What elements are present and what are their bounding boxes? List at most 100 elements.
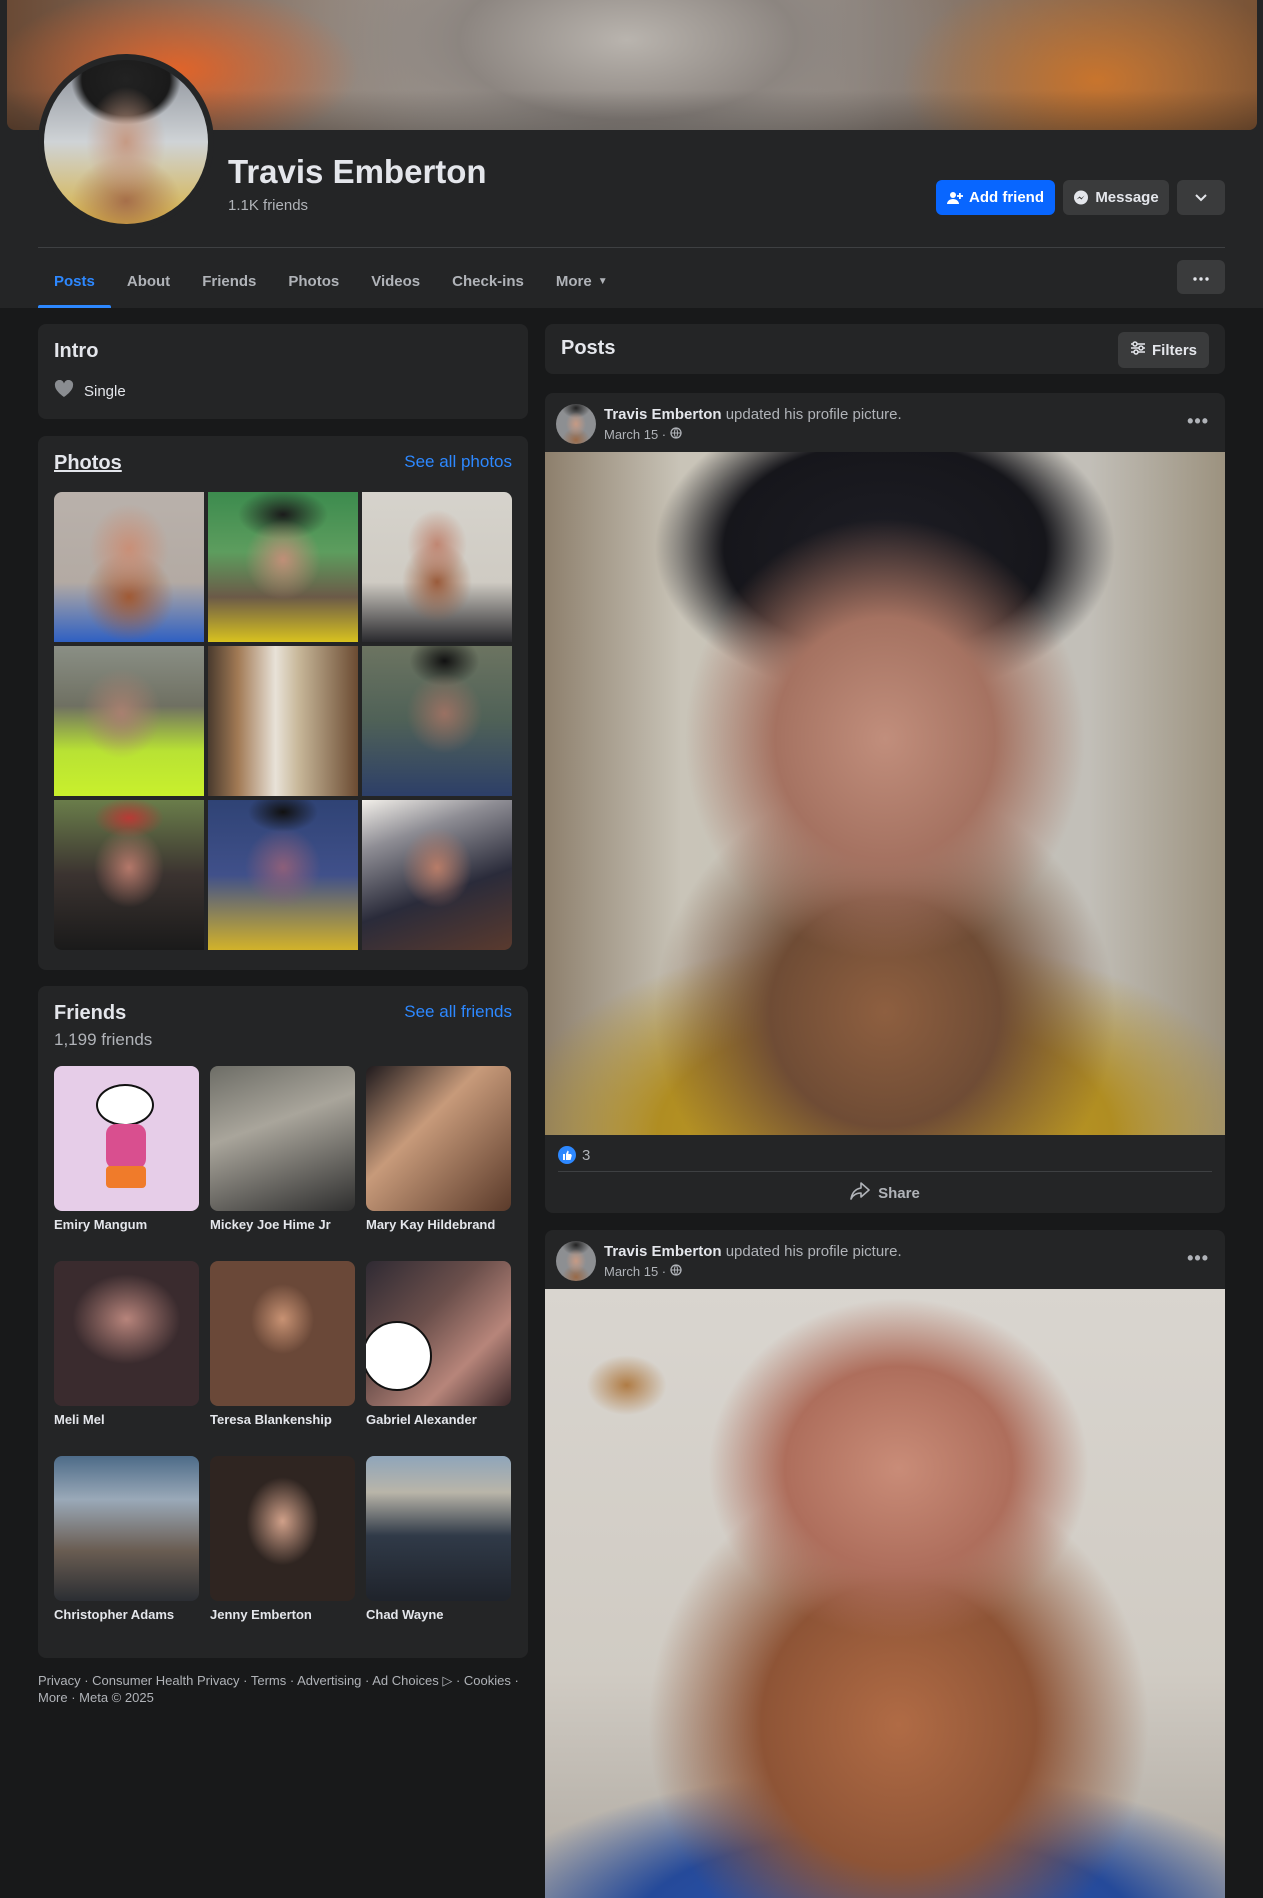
photo-thumbnail[interactable] <box>362 492 512 642</box>
friend-grid: Emiry Mangum Mickey Joe Hime Jr Mary Kay… <box>54 1066 512 1651</box>
friend-photo[interactable] <box>366 1456 511 1601</box>
profile-options-button[interactable] <box>1177 180 1225 215</box>
friend-name[interactable]: Gabriel Alexander <box>366 1412 511 1427</box>
photo-thumbnail[interactable] <box>54 492 204 642</box>
post-card: Travis Emberton updated his profile pict… <box>545 393 1225 1213</box>
post-author-avatar[interactable] <box>556 404 596 444</box>
friend-name[interactable]: Meli Mel <box>54 1412 199 1427</box>
tab-videos[interactable]: Videos <box>355 255 436 308</box>
post-reactions[interactable]: 3 <box>558 1146 590 1164</box>
tab-friends[interactable]: Friends <box>186 255 272 308</box>
redaction-oval <box>366 1321 432 1391</box>
friends-count: 1,199 friends <box>54 1030 153 1049</box>
heart-icon <box>54 379 74 402</box>
cartoon-body <box>106 1124 146 1169</box>
photo-grid <box>54 492 512 950</box>
tabs-overflow-button[interactable] <box>1177 260 1225 294</box>
see-all-photos-link[interactable]: See all photos <box>404 452 512 472</box>
photo-thumbnail[interactable] <box>208 646 358 796</box>
like-icon <box>558 1146 576 1164</box>
friend-photo[interactable] <box>54 1066 199 1211</box>
friend-photo[interactable] <box>210 1066 355 1211</box>
post-author-name[interactable]: Travis Emberton <box>604 406 722 423</box>
messenger-icon <box>1073 190 1089 206</box>
friend-tile[interactable]: Emiry Mangum <box>54 1066 199 1261</box>
add-person-icon <box>947 190 963 206</box>
post-timestamp: March 15 · <box>604 1264 902 1279</box>
photo-thumbnail[interactable] <box>54 646 204 796</box>
tab-more[interactable]: More ▼ <box>540 255 624 308</box>
friend-name[interactable]: Chad Wayne <box>366 1607 511 1622</box>
footer-copyright[interactable]: More · Meta © 2025 <box>38 1689 528 1706</box>
friend-tile[interactable]: Mary Kay Hildebrand <box>366 1066 511 1261</box>
tab-about[interactable]: About <box>111 255 186 308</box>
sliders-icon <box>1130 341 1146 359</box>
tab-photos[interactable]: Photos <box>272 255 355 308</box>
redaction-oval <box>96 1084 154 1126</box>
more-dots-icon <box>1193 268 1209 286</box>
message-label: Message <box>1095 189 1159 206</box>
filters-button[interactable]: Filters <box>1117 332 1209 368</box>
photo-thumbnail[interactable] <box>362 646 512 796</box>
add-friend-button[interactable]: Add friend <box>936 180 1055 215</box>
profile-tabs: Posts About Friends Photos Videos Check-… <box>38 255 624 308</box>
photo-thumbnail[interactable] <box>362 800 512 950</box>
photos-title[interactable]: Photos <box>54 452 122 475</box>
message-button[interactable]: Message <box>1063 180 1169 215</box>
tab-check-ins[interactable]: Check-ins <box>436 255 540 308</box>
post-author-name[interactable]: Travis Emberton <box>604 1243 722 1260</box>
post-meta: Travis Emberton updated his profile pict… <box>604 1241 902 1281</box>
friend-photo[interactable] <box>210 1456 355 1601</box>
post-options-icon[interactable]: ••• <box>1187 411 1209 432</box>
filters-label: Filters <box>1151 341 1197 359</box>
photo-thumbnail[interactable] <box>54 800 204 950</box>
globe-icon <box>670 427 682 442</box>
friend-tile[interactable]: Mickey Joe Hime Jr <box>210 1066 355 1261</box>
share-button[interactable]: Share <box>545 1178 1225 1208</box>
friend-name[interactable]: Christopher Adams <box>54 1607 199 1622</box>
profile-name: Travis Emberton <box>228 153 487 190</box>
site-footer: Privacy · Consumer Health Privacy · Term… <box>38 1672 528 1706</box>
friend-tile[interactable]: Chad Wayne <box>366 1456 511 1651</box>
post-timestamp: March 15 · <box>604 427 902 442</box>
see-all-friends-link[interactable]: See all friends <box>404 1002 512 1022</box>
friend-name[interactable]: Mickey Joe Hime Jr <box>210 1217 355 1232</box>
post-date[interactable]: March 15 · <box>604 427 666 442</box>
post-author-avatar[interactable] <box>556 1241 596 1281</box>
friend-tile[interactable]: Teresa Blankenship <box>210 1261 355 1456</box>
photo-thumbnail[interactable] <box>208 492 358 642</box>
post-date[interactable]: March 15 · <box>604 1264 666 1279</box>
friend-tile[interactable]: Gabriel Alexander <box>366 1261 511 1456</box>
friends-title[interactable]: Friends <box>54 1002 126 1025</box>
photo-thumbnail[interactable] <box>208 800 358 950</box>
friend-name[interactable]: Jenny Emberton <box>210 1607 355 1622</box>
post-image[interactable] <box>545 1289 1225 1898</box>
friend-tile[interactable]: Jenny Emberton <box>210 1456 355 1651</box>
friend-tile[interactable]: Meli Mel <box>54 1261 199 1456</box>
cartoon-legs <box>106 1166 146 1188</box>
posts-header: Posts Filters <box>545 324 1225 374</box>
relationship-status: Single <box>54 379 126 402</box>
post-image[interactable] <box>545 452 1225 1135</box>
friend-photo[interactable] <box>366 1066 511 1211</box>
caret-down-icon: ▼ <box>597 276 608 287</box>
friend-photo[interactable] <box>54 1456 199 1601</box>
friend-tile[interactable]: Christopher Adams <box>54 1456 199 1651</box>
post-options-icon[interactable]: ••• <box>1187 1248 1209 1269</box>
friend-photo[interactable] <box>54 1261 199 1406</box>
profile-avatar[interactable] <box>44 60 208 224</box>
friend-name[interactable]: Emiry Mangum <box>54 1217 199 1232</box>
post-header: Travis Emberton updated his profile pict… <box>556 1241 902 1281</box>
friend-name[interactable]: Teresa Blankenship <box>210 1412 355 1427</box>
friends-card: Friends See all friends 1,199 friends Em… <box>38 986 528 1658</box>
post-action: updated his profile picture. <box>725 406 902 423</box>
friend-photo[interactable] <box>210 1261 355 1406</box>
footer-links[interactable]: Privacy · Consumer Health Privacy · Term… <box>38 1672 528 1689</box>
post-header: Travis Emberton updated his profile pict… <box>556 404 902 444</box>
friend-name[interactable]: Mary Kay Hildebrand <box>366 1217 511 1232</box>
add-friend-label: Add friend <box>969 189 1044 206</box>
chevron-down-icon <box>1195 193 1207 202</box>
tab-posts[interactable]: Posts <box>38 255 111 308</box>
profile-friends-count[interactable]: 1.1K friends <box>228 197 308 214</box>
friend-photo[interactable] <box>366 1261 511 1406</box>
